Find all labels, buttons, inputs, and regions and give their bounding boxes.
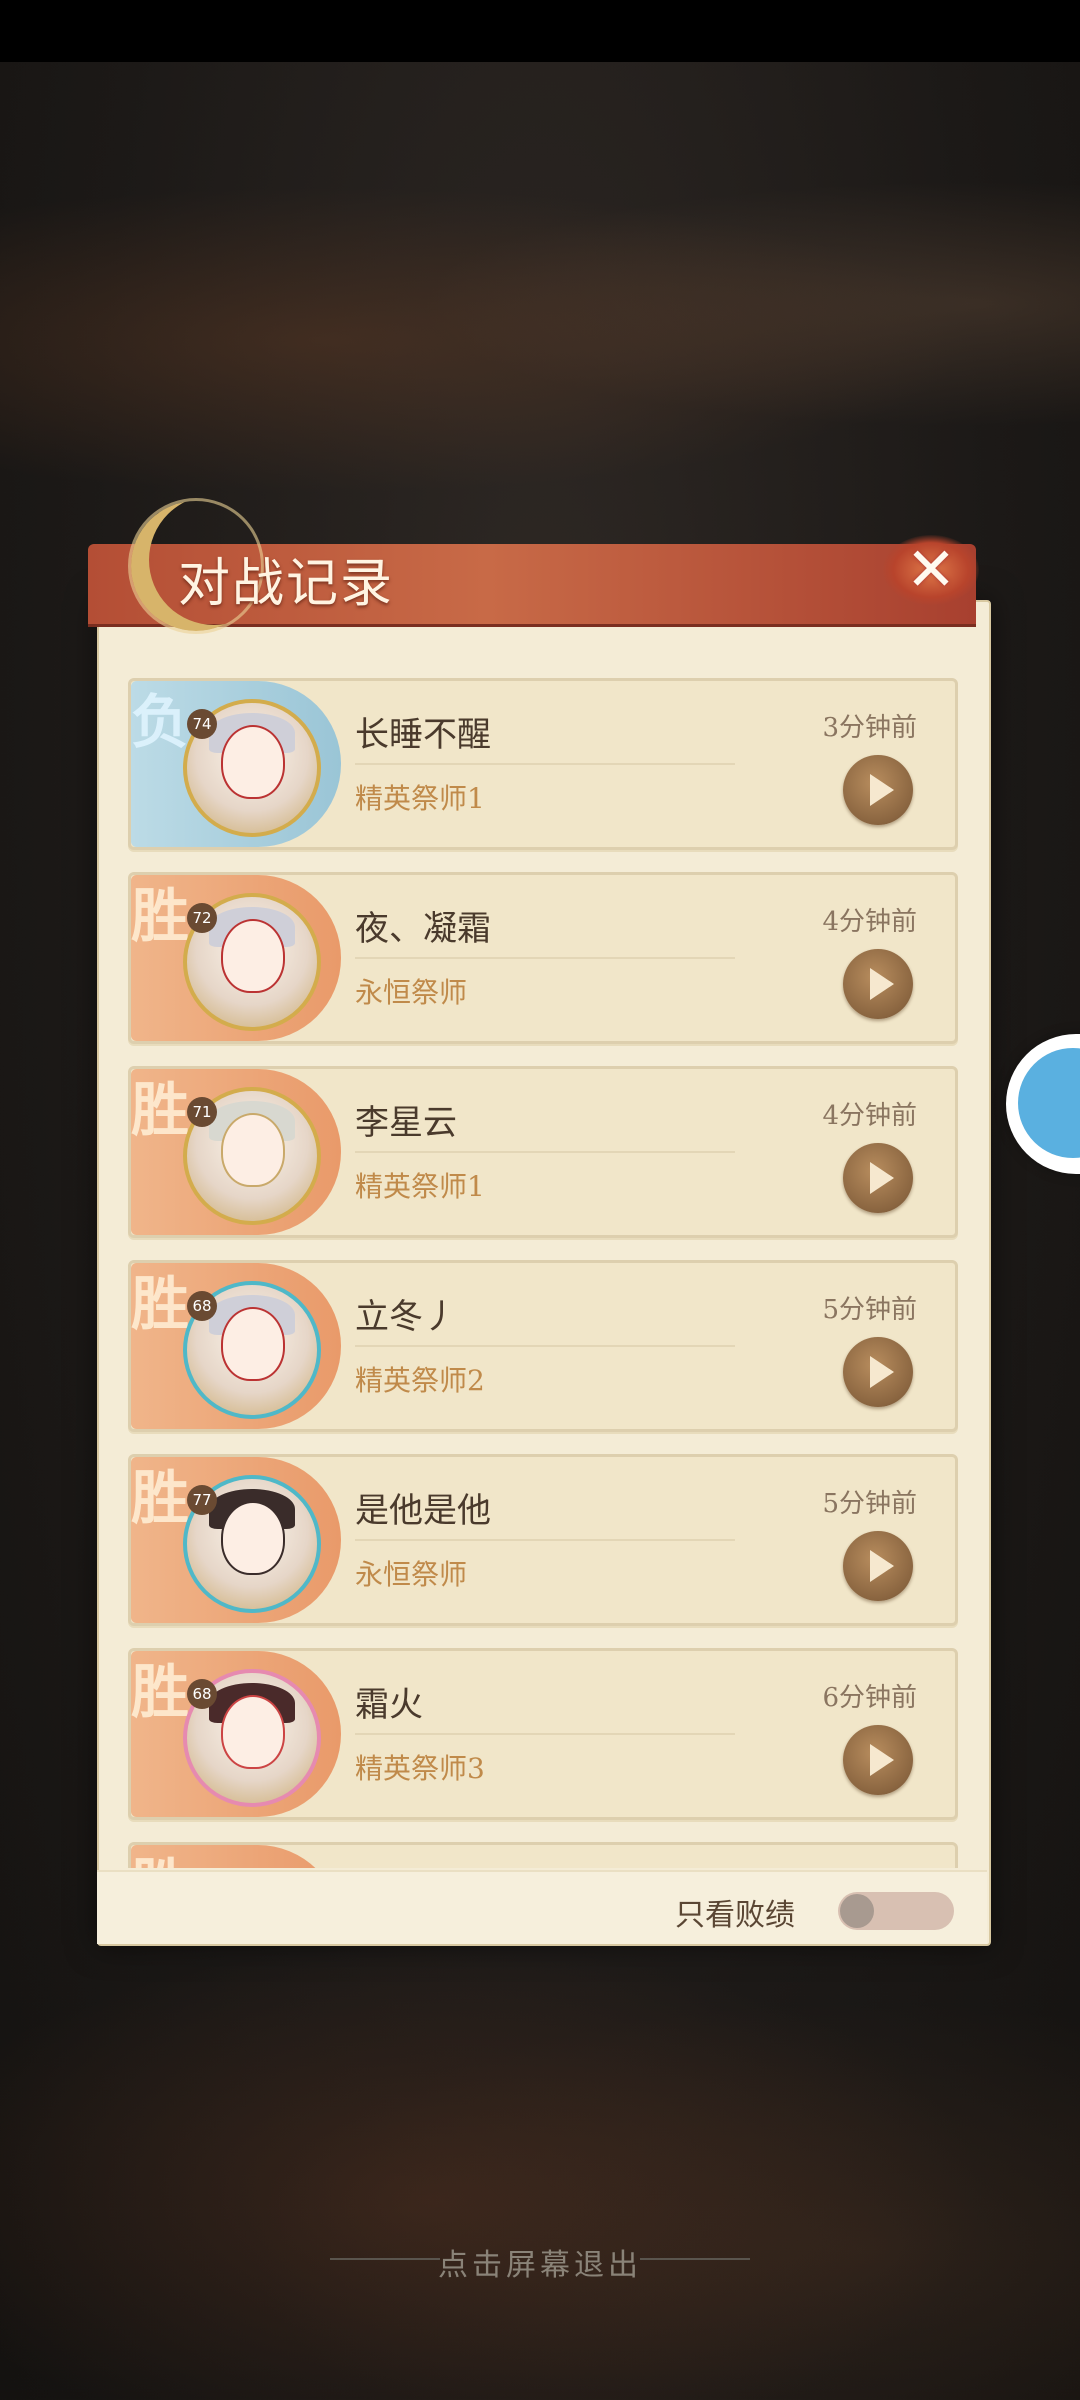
- background-top: [0, 160, 1080, 520]
- result-label: 胜: [131, 882, 190, 950]
- floating-assistant-button[interactable]: [1006, 1034, 1080, 1174]
- result-label: 胜: [131, 1076, 190, 1144]
- result-background: 胜 68: [131, 1263, 341, 1429]
- record-row[interactable]: 胜 71 李星云 精英祭师1 4分钟前: [128, 1066, 958, 1238]
- player-rank: 永恒祭师: [355, 1558, 468, 1591]
- record-time: 4分钟前: [822, 907, 917, 937]
- result-label: 胜: [131, 1839, 189, 1868]
- result-background: 胜: [131, 1845, 341, 1868]
- losses-only-toggle[interactable]: [838, 1892, 954, 1930]
- divider: [355, 957, 735, 959]
- player-name: 是他是他: [355, 1491, 491, 1531]
- dialog-title: 对战记录: [178, 554, 395, 614]
- play-replay-button[interactable]: [843, 1337, 913, 1407]
- record-time: 6分钟前: [822, 1683, 917, 1713]
- record-row[interactable]: 胜 68 霜火 精英祭师3 6分钟前: [128, 1648, 958, 1820]
- divider: [355, 763, 735, 765]
- result-label: 胜: [131, 1658, 190, 1726]
- record-time: 5分钟前: [822, 1489, 917, 1519]
- close-icon: ✕: [905, 535, 957, 605]
- record-list[interactable]: 负 74 长睡不醒 精英祭师1 3分钟前 胜 72 夜、凝霜 永恒祭师 4分钟前…: [128, 678, 958, 1868]
- player-rank: 精英祭师1: [355, 1170, 485, 1203]
- level-badge: 68: [187, 1291, 217, 1321]
- record-time: 3分钟前: [822, 713, 917, 743]
- divider: [355, 1151, 735, 1153]
- play-replay-button[interactable]: [843, 1531, 913, 1601]
- result-background: 胜 72: [131, 875, 341, 1041]
- player-name: 霜火: [355, 1685, 423, 1725]
- level-badge: 68: [187, 1679, 217, 1709]
- play-replay-button[interactable]: [843, 755, 913, 825]
- level-badge: 72: [187, 903, 217, 933]
- play-replay-button[interactable]: [843, 1143, 913, 1213]
- player-rank: 精英祭师2: [355, 1364, 485, 1397]
- player-name: 立冬丿: [355, 1297, 457, 1337]
- background-bottom: [0, 1900, 1080, 2400]
- divider: [355, 1345, 735, 1347]
- floating-assistant-icon: [1018, 1048, 1080, 1158]
- result-background: 胜 71: [131, 1069, 341, 1235]
- player-name: 李星云: [355, 1103, 457, 1143]
- losses-only-label: 只看败绩: [675, 1898, 795, 1933]
- close-button[interactable]: ✕: [876, 520, 986, 620]
- result-background: 胜 68: [131, 1651, 341, 1817]
- record-time: 4分钟前: [822, 1101, 917, 1131]
- level-badge: 74: [187, 709, 217, 739]
- player-rank: 精英祭师1: [355, 782, 485, 815]
- player-rank: 永恒祭师: [355, 976, 468, 1009]
- result-background: 胜 77: [131, 1457, 341, 1623]
- result-label: 胜: [131, 1270, 190, 1338]
- level-badge: 71: [187, 1097, 217, 1127]
- toggle-knob: [840, 1894, 874, 1928]
- play-replay-button[interactable]: [843, 1725, 913, 1795]
- record-row[interactable]: 胜 77 是他是他 永恒祭师 5分钟前: [128, 1454, 958, 1626]
- player-name: 夜、凝霜: [355, 909, 491, 949]
- record-row[interactable]: 负 74 长睡不醒 精英祭师1 3分钟前: [128, 678, 958, 850]
- record-row[interactable]: 胜: [128, 1842, 958, 1868]
- divider: [355, 1733, 735, 1735]
- record-time: 5分钟前: [822, 1295, 917, 1325]
- result-background: 负 74: [131, 681, 341, 847]
- record-row[interactable]: 胜 72 夜、凝霜 永恒祭师 4分钟前: [128, 872, 958, 1044]
- play-replay-button[interactable]: [843, 949, 913, 1019]
- exit-hint[interactable]: 点击屏幕退出: [0, 2240, 1080, 2284]
- record-row[interactable]: 胜 68 立冬丿 精英祭师2 5分钟前: [128, 1260, 958, 1432]
- result-label: 胜: [131, 1464, 190, 1532]
- player-rank: 精英祭师3: [355, 1752, 485, 1785]
- result-label: 负: [131, 688, 190, 756]
- player-name: 长睡不醒: [355, 715, 491, 755]
- status-bar: [0, 0, 1080, 62]
- level-badge: 77: [187, 1485, 217, 1515]
- divider: [355, 1539, 735, 1541]
